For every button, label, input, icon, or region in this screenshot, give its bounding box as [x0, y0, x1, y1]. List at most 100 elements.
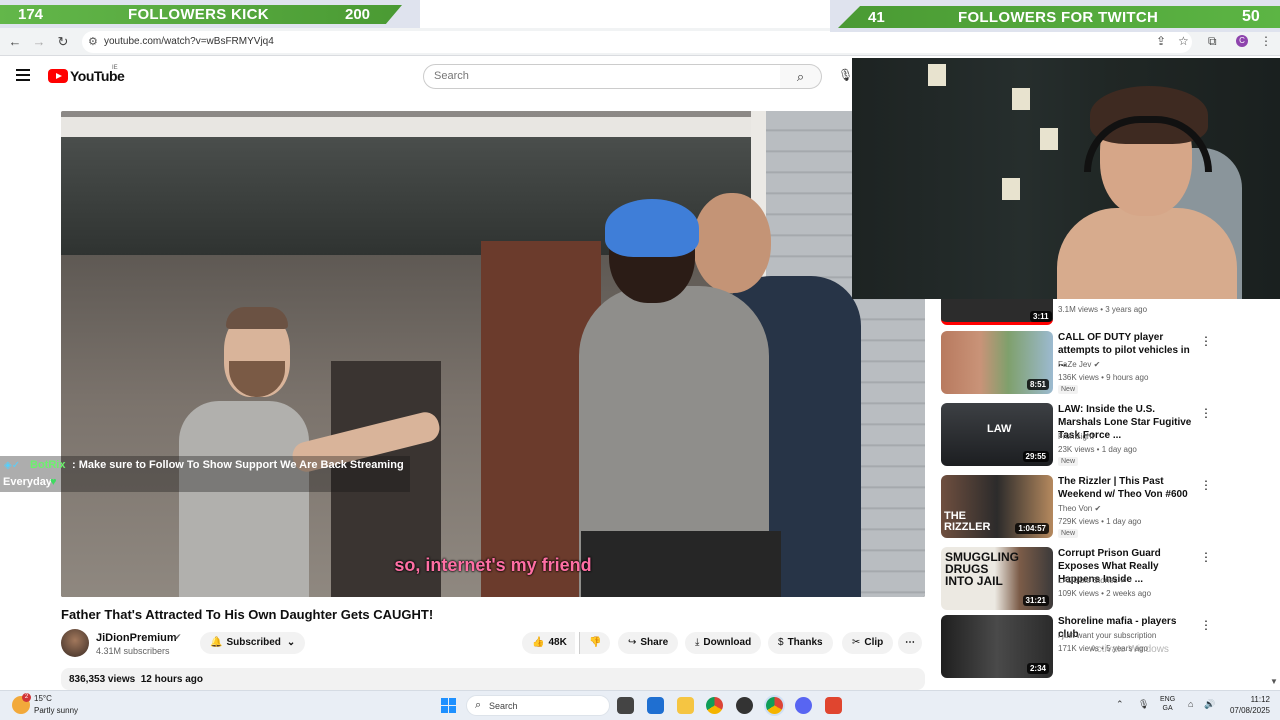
thumbnail-text: THE RIZZLER: [944, 510, 991, 533]
reload-icon[interactable]: ↻: [55, 34, 71, 50]
subscribed-button[interactable]: 🔔 Subscribed ⌄: [200, 632, 306, 654]
channel-subscriber-count: 4.31M subscribers: [96, 646, 170, 656]
site-info-icon[interactable]: ⚙: [88, 35, 98, 48]
search-input[interactable]: Search: [423, 64, 781, 89]
microphone-tray-icon[interactable]: 🎙: [1138, 699, 1149, 710]
store-icon[interactable]: [647, 697, 664, 714]
bell-icon: 🔔: [210, 637, 223, 648]
forward-icon[interactable]: →: [31, 34, 47, 50]
recommendation-channel-name[interactable]: LADbible Stories: [1058, 576, 1118, 585]
channel-name[interactable]: JiDionPremium: [96, 632, 177, 644]
chat-message-text: : Make sure to Follow To Show Support We…: [72, 459, 404, 471]
recommendation-channel-name[interactable]: FaZe Jev: [1058, 360, 1091, 369]
youtube-logo-icon[interactable]: [48, 69, 68, 83]
taskbar-search-label: Search: [489, 701, 518, 711]
scroll-down-arrow-icon[interactable]: ▼: [1270, 677, 1278, 686]
video-title: Father That's Attracted To His Own Daugh…: [61, 607, 434, 622]
menu-dots-icon[interactable]: ⋮: [1260, 34, 1272, 48]
views-and-date: 836,353 views 12 hours ago: [69, 674, 203, 685]
search-button[interactable]: ⌕: [780, 64, 822, 89]
kebab-menu-icon[interactable]: ⋮: [1200, 406, 1212, 420]
recommendation-channel[interactable]: FaZe Jev ✔: [1058, 360, 1100, 369]
weather-condition[interactable]: Partly sunny: [34, 706, 78, 715]
taskbar-search[interactable]: ⌕ Search: [466, 695, 610, 716]
recommendation-item[interactable]: LAW 29:55 LAW: Inside the U.S. Marshals …: [941, 403, 1241, 467]
recommendation-duration: 2:34: [1026, 663, 1049, 674]
weather-notification-badge: 2: [22, 693, 31, 702]
recommendation-channel[interactable]: Frontsight: [1058, 432, 1094, 441]
kebab-menu-icon[interactable]: ⋮: [1200, 478, 1212, 492]
verified-icon: ✔: [1119, 576, 1127, 585]
discord-icon[interactable]: [795, 697, 812, 714]
kick-goal-label: FOLLOWERS KICK: [128, 6, 269, 23]
recommendation-thumbnail[interactable]: 8:51: [941, 331, 1053, 394]
thanks-icon: $: [778, 637, 784, 648]
task-view-icon[interactable]: [617, 697, 634, 714]
thumbs-up-icon: 👍: [532, 637, 545, 648]
share-icon: ↪: [628, 637, 637, 648]
bookmark-star-icon[interactable]: ☆: [1178, 34, 1189, 48]
recommendation-item[interactable]: THE RIZZLER 1:04:57 The Rizzler | This P…: [941, 475, 1241, 539]
windows-start-icon[interactable]: [441, 698, 456, 713]
channel-avatar[interactable]: [61, 629, 89, 657]
app-icon[interactable]: [825, 697, 842, 714]
verified-icon: ✔: [1093, 360, 1101, 369]
kebab-menu-icon[interactable]: ⋮: [1200, 550, 1212, 564]
recommendation-thumbnail[interactable]: LAW 29:55: [941, 403, 1053, 466]
description-box[interactable]: 836,353 views 12 hours ago: [61, 668, 925, 690]
share-label: Share: [640, 637, 669, 648]
recommendation-channel[interactable]: i just want your subscription: [1058, 631, 1156, 640]
recommendation-thumbnail[interactable]: THE RIZZLER 1:04:57: [941, 475, 1053, 538]
subscribed-label: Subscribed: [226, 637, 281, 648]
volume-icon[interactable]: 🔊: [1204, 699, 1215, 710]
thumbs-down-icon: 👎: [589, 637, 602, 648]
dislike-button[interactable]: 👎: [579, 632, 611, 654]
hamburger-menu-icon[interactable]: [16, 69, 30, 81]
recommendation-item[interactable]: 8:51 CALL OF DUTY player attempts to pil…: [941, 331, 1241, 395]
mic-icon[interactable]: 🎙: [838, 68, 853, 82]
install-icon[interactable]: ⇪: [1156, 34, 1166, 48]
obs-icon[interactable]: [736, 697, 753, 714]
scissors-icon: ✂: [852, 637, 861, 648]
share-button[interactable]: ↪ Share: [618, 632, 679, 654]
download-button[interactable]: ⤓ Download: [685, 632, 762, 654]
recommendation-channel[interactable]: LADbible Stories ✔: [1058, 576, 1127, 585]
input-language[interactable]: ENG GA: [1160, 695, 1175, 713]
profile-avatar[interactable]: C: [1236, 35, 1248, 47]
address-bar[interactable]: ⚙ youtube.com/watch?v=wBsFRMYVjq4: [82, 31, 1192, 53]
search-icon: ⌕: [796, 69, 805, 84]
like-button[interactable]: 👍 48K: [522, 632, 575, 654]
recommendation-channel[interactable]: Theo Von ✔: [1058, 504, 1101, 513]
browser-toolbar: ← → ↻ ⚙ youtube.com/watch?v=wBsFRMYVjq4 …: [0, 28, 1280, 56]
recommendation-meta: 729K views • 1 day ago: [1058, 517, 1142, 526]
weather-temperature[interactable]: 15°C: [34, 694, 52, 703]
twitch-goal-label: FOLLOWERS FOR TWITCH: [958, 9, 1159, 26]
extensions-icon[interactable]: ⧉: [1208, 34, 1217, 49]
back-icon[interactable]: ←: [7, 34, 23, 50]
recommendation-title[interactable]: The Rizzler | This Past Weekend w/ Theo …: [1058, 475, 1198, 501]
recommendation-thumbnail[interactable]: SMUGGLING DRUGS INTO JAIL 31:21: [941, 547, 1053, 610]
wall-poster: [928, 64, 946, 86]
more-actions-button[interactable]: ⋯: [898, 632, 922, 654]
recommendation-thumbnail[interactable]: 2:34: [941, 615, 1053, 678]
file-explorer-icon[interactable]: [677, 697, 694, 714]
network-icon[interactable]: ⌂: [1188, 699, 1193, 709]
url-text[interactable]: youtube.com/watch?v=wBsFRMYVjq4: [104, 36, 274, 47]
chrome-icon[interactable]: [706, 697, 723, 714]
system-clock[interactable]: 11:12 07/08/2025: [1226, 694, 1270, 716]
recommendation-item[interactable]: SMUGGLING DRUGS INTO JAIL 31:21 Corrupt …: [941, 547, 1241, 611]
recommendation-channel-name[interactable]: Theo Von: [1058, 504, 1092, 513]
new-badge: New: [1058, 457, 1079, 466]
kebab-menu-icon[interactable]: ⋮: [1200, 334, 1212, 348]
chrome-profile-icon[interactable]: [766, 697, 783, 714]
windows-taskbar: 2 15°C Partly sunny ⌕ Search ⌃ 🎙 ENG GA ⌂…: [0, 690, 1280, 720]
kebab-menu-icon[interactable]: ⋮: [1200, 618, 1212, 632]
download-label: Download: [703, 637, 752, 648]
tray-chevron-icon[interactable]: ⌃: [1116, 699, 1124, 710]
video-player[interactable]: so, internet's my friend: [61, 111, 925, 597]
thanks-button[interactable]: $ Thanks: [768, 632, 833, 654]
clip-button[interactable]: ✂ Clip: [842, 632, 894, 654]
activate-windows-watermark: Activate Windows: [1090, 644, 1169, 655]
download-icon: ⤓: [695, 637, 700, 648]
partial-recommendation-meta: 3.1M views • 3 years ago: [1058, 305, 1148, 314]
